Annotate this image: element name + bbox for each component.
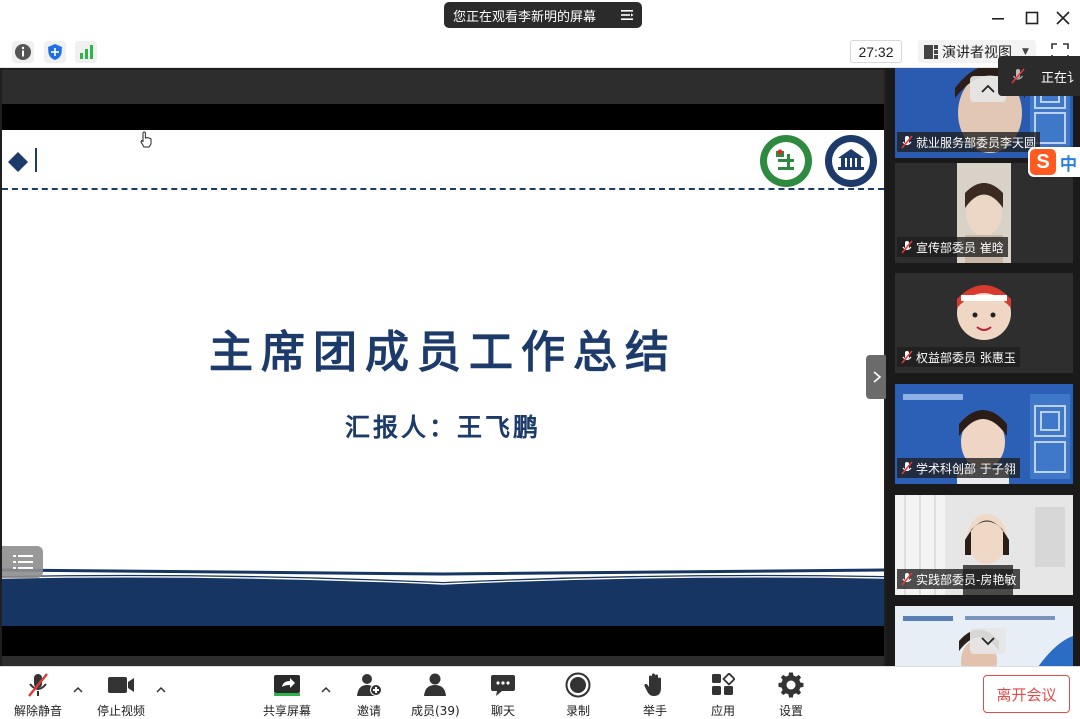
chevron-right-icon [873,371,882,383]
participant-tile[interactable]: 宣传部委员 崔晗 [895,163,1073,263]
mic-muted-icon [901,350,913,364]
mic-muted-icon [901,572,913,586]
ime-language-toggle[interactable]: 中 [1060,150,1077,175]
university-logo-icon [760,135,812,187]
members-button[interactable]: 成员(39) [411,671,460,719]
unmute-label: 解除静音 [14,704,63,718]
participant-name-tag: 实践部委员-房艳敏 [897,569,1021,589]
screen-share-notice-text: 您正在观看李新明的屏幕 [453,9,597,25]
list-menu-icon[interactable] [619,7,635,23]
settings-button[interactable]: 设置 [777,671,805,719]
hand-cursor-icon [140,131,152,148]
raise-hand-label: 举手 [642,704,667,718]
shared-screen: 主席团成员工作总结 汇报人：王飞鹏 [0,68,886,666]
share-screen-icon [273,671,301,699]
participant-tile[interactable]: 学术科创部 于子翎 [895,384,1073,484]
sogou-logo-icon: S [1030,149,1056,175]
slide-title: 主席团成员工作总结 [209,327,677,378]
participant-name-tag: 宣传部委员 崔晗 [897,237,1008,257]
minimize-icon[interactable] [989,9,1007,27]
speaker-view-icon [924,44,938,59]
participant-name-tag: 权益部委员 张惠玉 [897,347,1020,367]
meeting-controls: 解除静音 停止视频 共享屏幕 邀请 成员(39) 聊天 录制 举手 应用 设置 … [0,666,1080,719]
mic-muted-icon [901,240,913,254]
participant-name: 实践部委员-房艳敏 [916,572,1017,587]
video-camera-icon [107,671,135,699]
title-bar: 您正在观看李新明的屏幕 [0,0,1080,36]
stop-video-label: 停止视频 [97,704,146,718]
open-book-graphic [2,568,884,626]
participant-tile[interactable]: 权益部委员 张惠玉 [895,273,1073,373]
participant-tile[interactable]: 实践部委员-房艳敏 [895,495,1073,595]
maximize-icon[interactable] [1023,9,1041,27]
annotation-menu-button[interactable] [2,546,43,578]
participant-name: 宣传部委员 崔晗 [916,240,1004,255]
share-screen-button[interactable]: 共享屏幕 [263,671,311,719]
apps-button[interactable]: 应用 [709,671,737,719]
chevron-up-icon [981,84,995,93]
chevron-up-icon[interactable] [320,685,332,695]
scroll-down-button[interactable] [970,628,1006,654]
signal-icon[interactable] [75,41,97,63]
chevron-up-icon[interactable] [155,685,167,695]
stop-video-button[interactable]: 停止视频 [97,671,145,719]
settings-gear-icon [777,671,805,699]
participant-name: 权益部委员 张惠玉 [916,350,1016,365]
share-screen-label: 共享屏幕 [263,704,312,718]
members-label: 成员(39) [411,704,460,718]
slide-reporter: 汇报人：王飞鹏 [344,413,541,442]
raise-hand-button[interactable]: 举手 [641,671,669,719]
speaking-text: 正在讠 [1041,70,1080,86]
record-button[interactable]: 录制 [564,671,592,719]
participant-name: 学术科创部 于子翎 [916,461,1016,476]
chevron-down-icon: ▼ [1022,46,1029,57]
apps-icon [709,671,737,699]
mic-muted-icon [1011,68,1025,84]
invite-button[interactable]: 邀请 [355,671,383,719]
diamond-icon [8,152,28,172]
meeting-window: 您正在观看李新明的屏幕 27:32 演讲者视图 ▼ 主席团成员工作总结 汇报人：… [0,0,1080,719]
record-icon [564,671,592,699]
list-icon [12,555,33,569]
mic-muted-icon [901,135,913,149]
leave-meeting-button[interactable]: 离开会议 [983,675,1070,713]
chat-button[interactable]: 聊天 [489,671,517,719]
speaking-indicator: 正在讠 [998,56,1080,96]
slide-divider [2,188,884,190]
record-label: 录制 [565,704,590,718]
participant-name: 就业服务部委员李天圆 [916,135,1037,150]
mic-muted-icon [901,461,913,475]
chat-icon [489,671,517,699]
invite-user-icon [355,671,383,699]
ime-toolbar[interactable]: S 中 [1028,147,1080,177]
shield-icon[interactable] [44,41,66,63]
chat-label: 聊天 [490,704,515,718]
apps-label: 应用 [710,704,735,718]
unmute-button[interactable]: 解除静音 [14,671,62,719]
meeting-toolbar: 27:32 演讲者视图 ▼ [0,36,1080,68]
presentation-slide: 主席团成员工作总结 汇报人：王飞鹏 [2,130,884,626]
mic-muted-icon [24,671,52,699]
college-logo-icon [825,135,877,187]
settings-label: 设置 [778,704,803,718]
members-icon [421,671,449,699]
collapse-panel-button[interactable] [866,355,888,399]
invite-label: 邀请 [356,704,381,718]
close-icon[interactable] [1054,9,1072,27]
participant-name-tag: 学术科创部 于子翎 [897,458,1020,478]
chevron-up-icon[interactable] [72,685,84,695]
raise-hand-icon [641,671,669,699]
meeting-timer: 27:32 [850,40,902,63]
info-icon[interactable] [12,41,34,63]
chevron-down-icon [981,637,995,646]
participant-name-tag: 就业服务部委员李天圆 [897,132,1041,152]
screen-share-notice[interactable]: 您正在观看李新明的屏幕 [444,2,642,28]
